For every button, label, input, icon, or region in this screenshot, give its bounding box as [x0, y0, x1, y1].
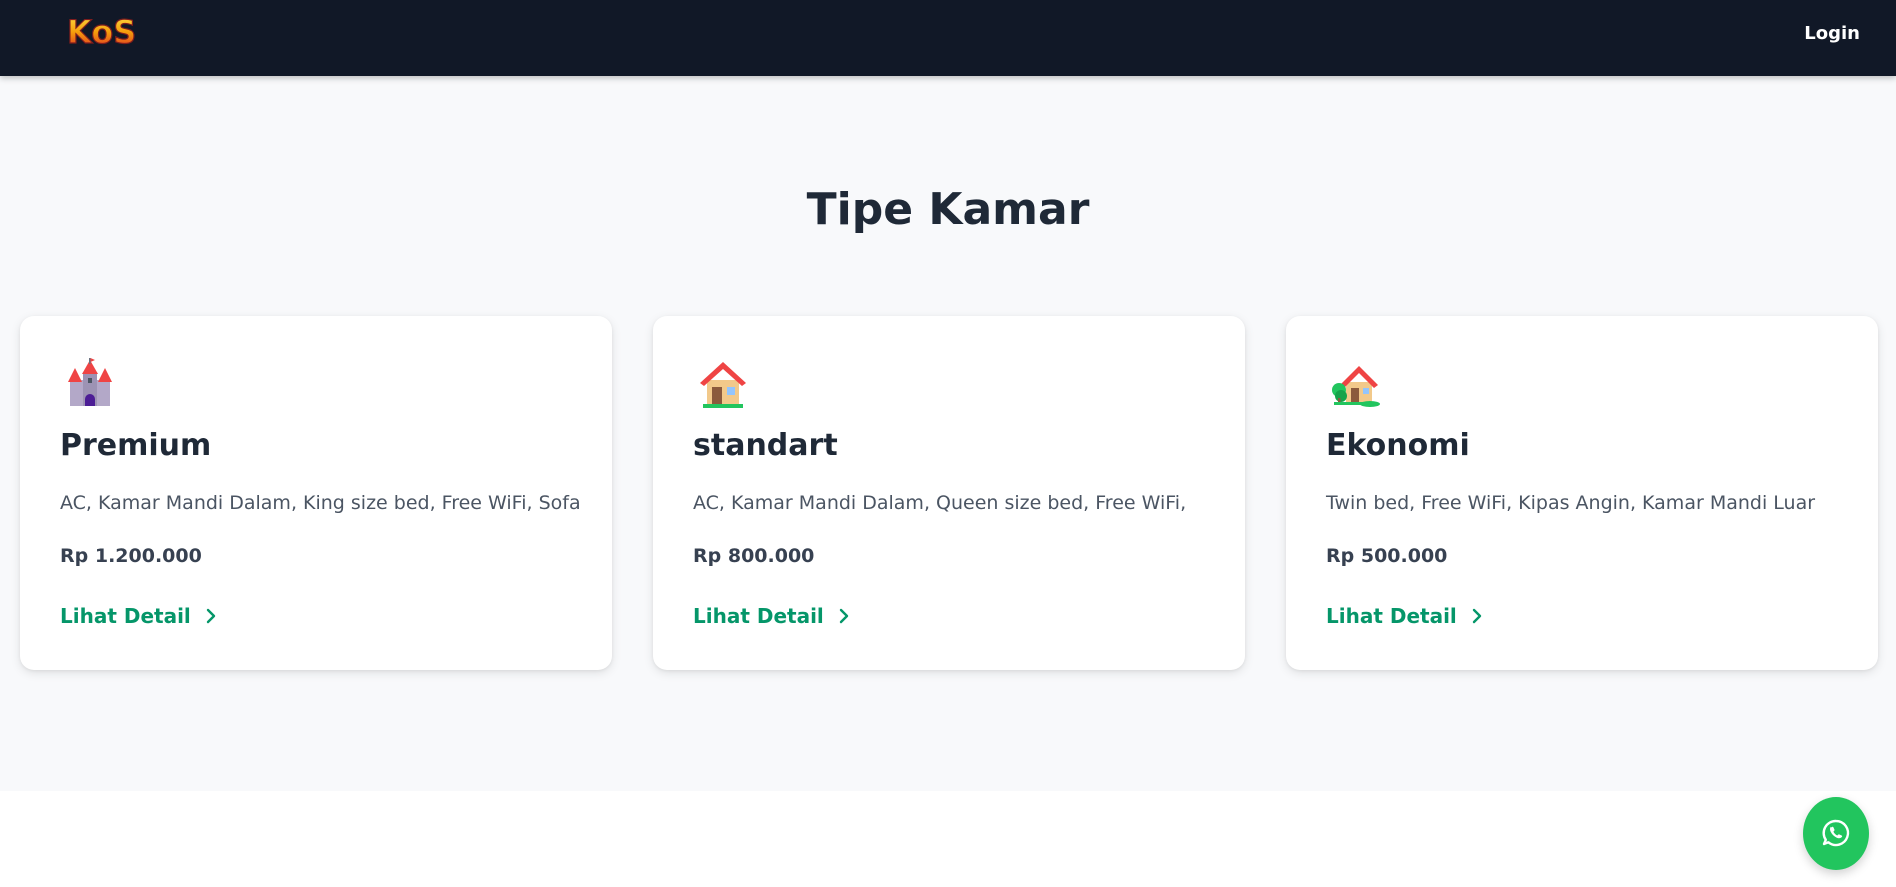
room-card-premium: Premium AC, Kamar Mandi Dalam, King size…: [20, 316, 612, 670]
whatsapp-button[interactable]: [1803, 797, 1869, 870]
view-detail-label: Lihat Detail: [693, 604, 824, 628]
chevron-right-icon: [206, 608, 215, 624]
room-description: AC, Kamar Mandi Dalam, King size bed, Fr…: [60, 492, 581, 514]
login-link[interactable]: Login: [1804, 22, 1860, 46]
castle-icon: [68, 358, 112, 406]
logo[interactable]: KoS: [64, 12, 136, 50]
view-detail-label: Lihat Detail: [1326, 604, 1457, 628]
room-card-standart: standart AC, Kamar Mandi Dalam, Queen si…: [653, 316, 1245, 670]
svg-text:KoS: KoS: [67, 13, 136, 50]
view-detail-link[interactable]: Lihat Detail: [1326, 603, 1487, 629]
view-detail-label: Lihat Detail: [60, 604, 191, 628]
room-price: Rp 800.000: [693, 545, 815, 567]
navbar: KoS Login: [0, 0, 1896, 76]
room-description: AC, Kamar Mandi Dalam, Queen size bed, F…: [693, 492, 1187, 514]
room-types-section: Tipe Kamar Premium AC, Kamar Mandi Dalam…: [0, 76, 1896, 791]
room-description: Twin bed, Free WiFi, Kipas Angin, Kamar …: [1326, 492, 1816, 514]
room-title: standart: [693, 428, 838, 463]
house-icon: [700, 362, 746, 408]
view-detail-link[interactable]: Lihat Detail: [60, 603, 221, 629]
chevron-right-icon: [1472, 608, 1481, 624]
room-price: Rp 1.200.000: [60, 545, 202, 567]
chevron-right-icon: [839, 608, 848, 624]
page-title: Tipe Kamar: [806, 184, 1090, 235]
house-with-garden-icon: [1332, 366, 1380, 407]
room-title: Ekonomi: [1326, 428, 1470, 463]
room-price: Rp 500.000: [1326, 545, 1448, 567]
room-title: Premium: [60, 428, 212, 463]
view-detail-link[interactable]: Lihat Detail: [693, 603, 854, 629]
whatsapp-icon: [1822, 819, 1850, 847]
room-card-ekonomi: Ekonomi Twin bed, Free WiFi, Kipas Angin…: [1286, 316, 1878, 670]
